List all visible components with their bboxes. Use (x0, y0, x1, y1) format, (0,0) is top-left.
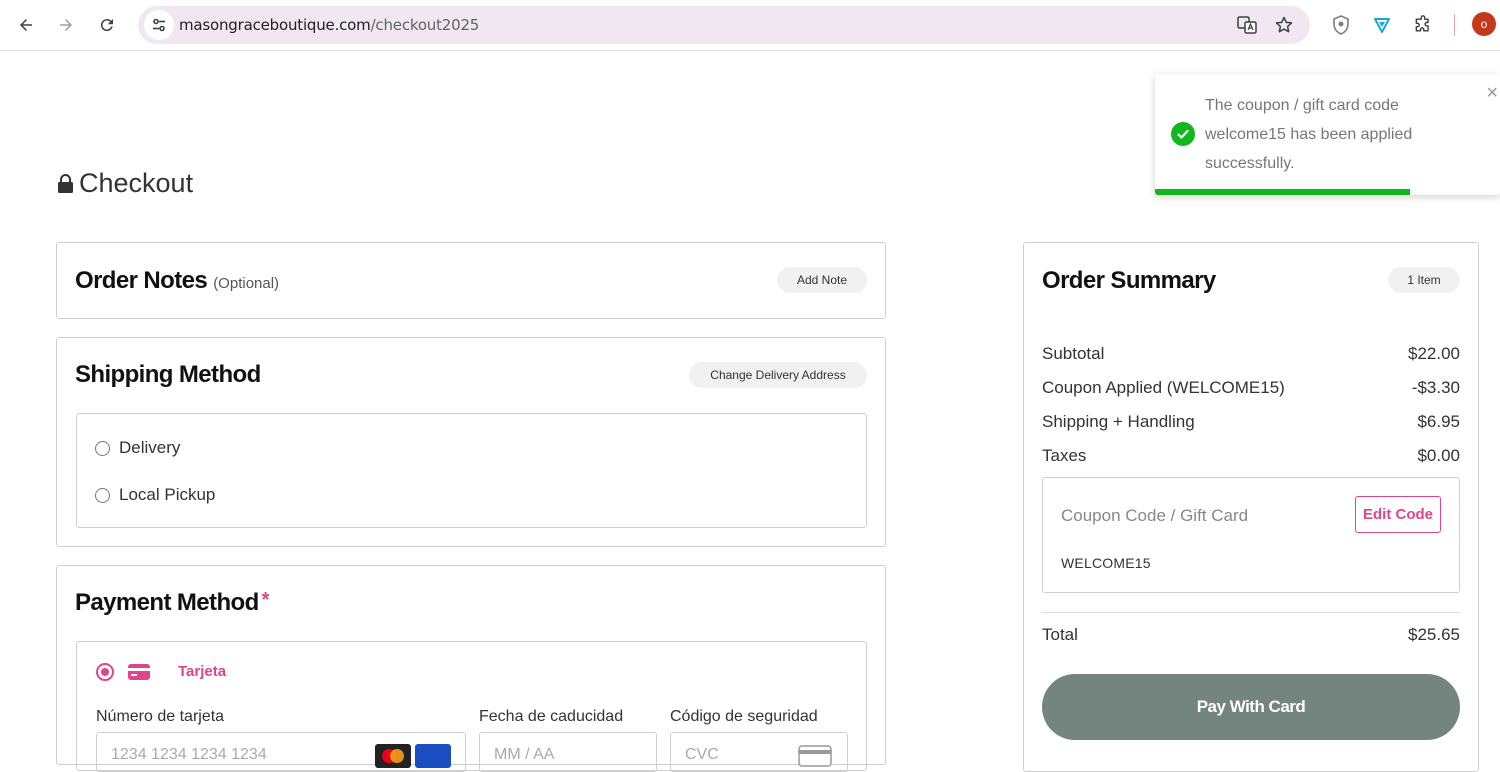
visa-icon (415, 744, 451, 768)
url-text: masongraceboutique.com/checkout2025 (179, 16, 480, 34)
payment-radio-selected[interactable] (96, 663, 114, 681)
credit-card-icon (128, 664, 150, 680)
cvc-label: Código de seguridad (670, 708, 818, 725)
summary-row-total: Total $25.65 (1042, 625, 1460, 644)
edit-code-button[interactable]: Edit Code (1355, 496, 1441, 533)
close-icon[interactable]: × (1486, 82, 1498, 105)
lock-icon (58, 173, 73, 193)
card-number-label: Número de tarjeta (96, 708, 225, 725)
coupon-box: Coupon Code / Gift Card Edit Code WELCOM… (1042, 477, 1460, 593)
change-delivery-address-button[interactable]: Change Delivery Address (689, 362, 867, 388)
arrow-left-icon (20, 19, 32, 31)
reload-icon (100, 19, 113, 32)
mastercard-icon (375, 744, 411, 768)
page-title: Checkout (57, 168, 193, 199)
expiry-label: Fecha de caducidad (479, 708, 624, 725)
translate-icon[interactable] (1236, 14, 1258, 36)
reload-button[interactable] (90, 8, 124, 42)
toast-progress-bar (1155, 189, 1411, 195)
bookmark-star-icon[interactable] (1273, 14, 1295, 36)
forward-button[interactable] (49, 8, 83, 42)
summary-row-subtotal: Subtotal $22.00 (1042, 344, 1460, 363)
summary-row-coupon: Coupon Applied (WELCOME15) -$3.30 (1042, 378, 1460, 397)
applied-coupon-code: WELCOME15 (1061, 555, 1151, 571)
summary-row-shipping: Shipping + Handling $6.95 (1042, 412, 1460, 431)
add-note-button[interactable]: Add Note (777, 267, 867, 293)
coupon-code-input[interactable]: Coupon Code / Gift Card (1061, 506, 1248, 526)
shipping-option-delivery[interactable]: Delivery (95, 438, 180, 458)
page-title-text: Checkout (79, 168, 194, 198)
payment-method-title: Payment Method * (75, 589, 270, 616)
arrow-right-icon (60, 19, 72, 31)
expiry-input[interactable]: MM / AA (479, 732, 657, 772)
extensions-puzzle-icon[interactable] (1411, 13, 1435, 37)
pay-with-card-button[interactable]: Pay With Card (1042, 674, 1460, 740)
cvc-card-icon (798, 745, 832, 767)
tune-icon (153, 18, 165, 32)
browser-toolbar: masongraceboutique.com/checkout2025 o (0, 0, 1500, 51)
profile-avatar[interactable]: o (1472, 12, 1496, 36)
back-button[interactable] (9, 8, 43, 42)
shipping-method-title: Shipping Method (75, 361, 261, 388)
order-summary-title: Order Summary (1042, 267, 1216, 294)
toast-message: The coupon / gift card code welcome15 ha… (1205, 97, 1413, 172)
address-bar[interactable]: masongraceboutique.com/checkout2025 (138, 6, 1310, 44)
order-summary-card: Order Summary 1 Item Subtotal $22.00 Coup… (1023, 242, 1479, 772)
payment-method-label[interactable]: Tarjeta (178, 663, 226, 680)
order-notes-card: Order Notes (Optional) Add Note (56, 242, 886, 319)
shipping-options-box: Delivery Local Pickup (76, 413, 867, 528)
vpn-extension-icon[interactable] (1370, 13, 1394, 37)
payment-method-card: Payment Method * Tarjeta Número de tarjet… (56, 565, 886, 772)
summary-row-taxes: Taxes $0.00 (1042, 446, 1460, 465)
coupon-applied-toast: The coupon / gift card code welcome15 ha… (1155, 74, 1500, 195)
toolbar-divider (1454, 14, 1455, 36)
shield-extension-icon[interactable] (1329, 13, 1353, 37)
shipping-option-local-pickup[interactable]: Local Pickup (95, 485, 215, 505)
optional-label: (Optional) (213, 275, 280, 292)
order-notes-title: Order Notes (Optional) (75, 267, 280, 294)
item-count-badge: 1 Item (1388, 267, 1460, 293)
summary-divider (1042, 612, 1460, 613)
check-circle-icon (1171, 122, 1195, 146)
radio-button[interactable] (95, 487, 110, 503)
radio-button[interactable] (95, 440, 110, 456)
site-info-button[interactable] (144, 10, 174, 40)
required-marker: * (261, 589, 270, 611)
shipping-method-card: Shipping Method Change Delivery Address … (56, 337, 886, 547)
